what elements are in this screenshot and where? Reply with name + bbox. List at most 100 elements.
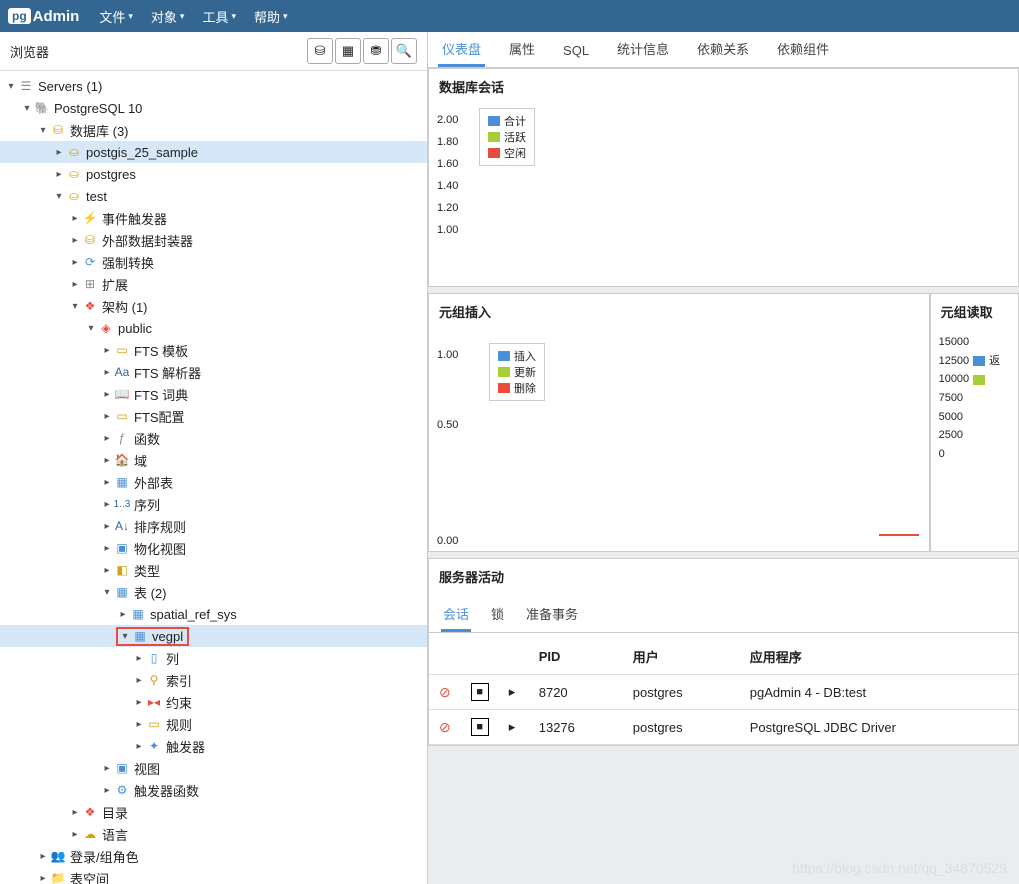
tab-dependencies[interactable]: 依赖关系 [693,32,753,67]
y-tick: 1.00 [437,349,458,361]
roles-icon: 👥 [50,849,66,863]
sequence-icon: 1..3 [114,499,130,510]
terminate-icon[interactable]: ⊘ [439,684,451,700]
node-trigfunc[interactable]: ▸⚙触发器函数 [0,779,427,801]
chevron-right-icon: ▸ [132,741,146,752]
matview-icon: ▣ [114,541,130,555]
node-event-triggers[interactable]: ▸⚡事件触发器 [0,207,427,229]
column-icon: ▯ [146,651,162,665]
fts-config-icon: ▭ [114,409,130,423]
panel-tuples-out: 元组读取 15000 12500返 10000 7500500025000 [930,293,1019,552]
node-sequences[interactable]: ▸1..3序列 [0,493,427,515]
chevron-right-icon: ▸ [100,763,114,774]
tool-rows-icon[interactable]: ▦ [335,38,361,64]
swatch-green-icon [973,375,985,385]
node-fdw[interactable]: ▸⛁外部数据封装器 [0,229,427,251]
extension-icon: ⊞ [82,277,98,291]
type-icon: ◧ [114,563,130,577]
node-fts-templates[interactable]: ▸▭FTS 模板 [0,339,427,361]
chevron-down-icon: ▾ [84,323,98,334]
view-icon: ▣ [114,761,130,775]
swatch-green-icon [488,132,500,142]
constraint-icon: ▸◂ [146,695,162,709]
node-tablespaces[interactable]: ▸📁表空间 [0,867,427,884]
node-servers[interactable]: ▾☰Servers (1) [0,75,427,97]
cell-app: pgAdmin 4 - DB:test [740,675,1018,710]
node-schemas[interactable]: ▾❖架构 (1) [0,295,427,317]
tab-locks[interactable]: 锁 [489,600,506,632]
node-db-postgres[interactable]: ▸⛀postgres [0,163,427,185]
node-rules[interactable]: ▸▭规则 [0,713,427,735]
table-row[interactable]: ⊘ ■ ▸ 8720 postgres pgAdmin 4 - DB:test [429,675,1018,710]
stop-icon[interactable]: ■ [471,718,489,736]
node-table-vegpl[interactable]: ▾▦vegpl [0,625,427,647]
node-extensions[interactable]: ▸⊞扩展 [0,273,427,295]
tab-dependents[interactable]: 依赖组件 [773,32,833,67]
panel-title: 元组插入 [429,294,929,329]
node-login-roles[interactable]: ▸👥登录/组角色 [0,845,427,867]
menu-object[interactable]: 对象▾ [151,7,185,26]
node-domains[interactable]: ▸🏠域 [0,449,427,471]
logo-badge: pg [8,8,31,24]
tab-prepared[interactable]: 准备事务 [524,600,580,632]
chevron-right-icon: ▸ [100,521,114,532]
node-types[interactable]: ▸◧类型 [0,559,427,581]
chevron-right-icon: ▸ [132,653,146,664]
node-fts-dicts[interactable]: ▸📖FTS 词典 [0,383,427,405]
node-table-spatial[interactable]: ▸▦spatial_ref_sys [0,603,427,625]
database-icon: ⛀ [66,167,82,181]
content-area: 仪表盘 属性 SQL 统计信息 依赖关系 依赖组件 数据库会话 2.001.80… [428,32,1019,884]
node-tables[interactable]: ▾▦表 (2) [0,581,427,603]
terminate-icon[interactable]: ⊘ [439,719,451,735]
panel-title: 服务器活动 [429,559,1018,594]
node-databases[interactable]: ▾⛁数据库 (3) [0,119,427,141]
menu-tools[interactable]: 工具▾ [202,7,236,26]
node-triggers[interactable]: ▸✦触发器 [0,735,427,757]
node-fts-config[interactable]: ▸▭FTS配置 [0,405,427,427]
tool-search-icon[interactable]: 🔍 [391,38,417,64]
cell-pid: 13276 [529,710,623,745]
chevron-right-icon: ▸ [100,455,114,466]
node-columns[interactable]: ▸▯列 [0,647,427,669]
node-pg10[interactable]: ▾🐘PostgreSQL 10 [0,97,427,119]
node-functions[interactable]: ▸ƒ函数 [0,427,427,449]
chevron-right-icon: ▸ [68,807,82,818]
database-icon: ⛀ [66,145,82,159]
node-public[interactable]: ▾◈public [0,317,427,339]
node-fts-parsers[interactable]: ▸AaFTS 解析器 [0,361,427,383]
node-casts[interactable]: ▸⟳强制转换 [0,251,427,273]
caret-icon: ▾ [283,11,288,22]
menu: 文件▾ 对象▾ 工具▾ 帮助▾ [99,7,287,26]
domain-icon: 🏠 [114,453,130,467]
y-tick: 0.00 [437,535,458,547]
chevron-right-icon: ▸ [100,433,114,444]
node-db-postgis[interactable]: ▸⛀postgis_25_sample [0,141,427,163]
menu-file[interactable]: 文件▾ [99,7,133,26]
table-row[interactable]: ⊘ ■ ▸ 13276 postgres PostgreSQL JDBC Dri… [429,710,1018,745]
chevron-right-icon: ▸ [100,785,114,796]
tab-dashboard[interactable]: 仪表盘 [438,32,485,67]
watermark: https://blog.csdn.net/qq_34870529 [792,860,1007,876]
node-constraints[interactable]: ▸▸◂约束 [0,691,427,713]
expand-icon[interactable]: ▸ [509,684,516,699]
tab-sessions[interactable]: 会话 [441,600,471,632]
node-matviews[interactable]: ▸▣物化视图 [0,537,427,559]
tab-sql[interactable]: SQL [559,35,593,67]
node-indexes[interactable]: ▸⚲索引 [0,669,427,691]
tool-filter-icon[interactable]: ⛃ [363,38,389,64]
panel-sessions: 数据库会话 2.001.801.601.401.201.00 合计 活跃 空闲 [428,68,1019,287]
tab-properties[interactable]: 属性 [505,32,539,67]
tool-query-icon[interactable]: ⛁ [307,38,333,64]
activity-table: PID 用户 应用程序 ⊘ ■ ▸ 8720 postgres pgAdmin … [429,639,1018,745]
stop-icon[interactable]: ■ [471,683,489,701]
node-db-test[interactable]: ▾⛀test [0,185,427,207]
expand-icon[interactable]: ▸ [509,719,516,734]
node-languages[interactable]: ▸☁语言 [0,823,427,845]
tab-statistics[interactable]: 统计信息 [613,32,673,67]
node-collations[interactable]: ▸A↓排序规则 [0,515,427,537]
trigger-icon: ✦ [146,739,162,753]
node-foreign-tables[interactable]: ▸▦外部表 [0,471,427,493]
node-views[interactable]: ▸▣视图 [0,757,427,779]
node-catalogs[interactable]: ▸❖目录 [0,801,427,823]
menu-help[interactable]: 帮助▾ [254,7,288,26]
